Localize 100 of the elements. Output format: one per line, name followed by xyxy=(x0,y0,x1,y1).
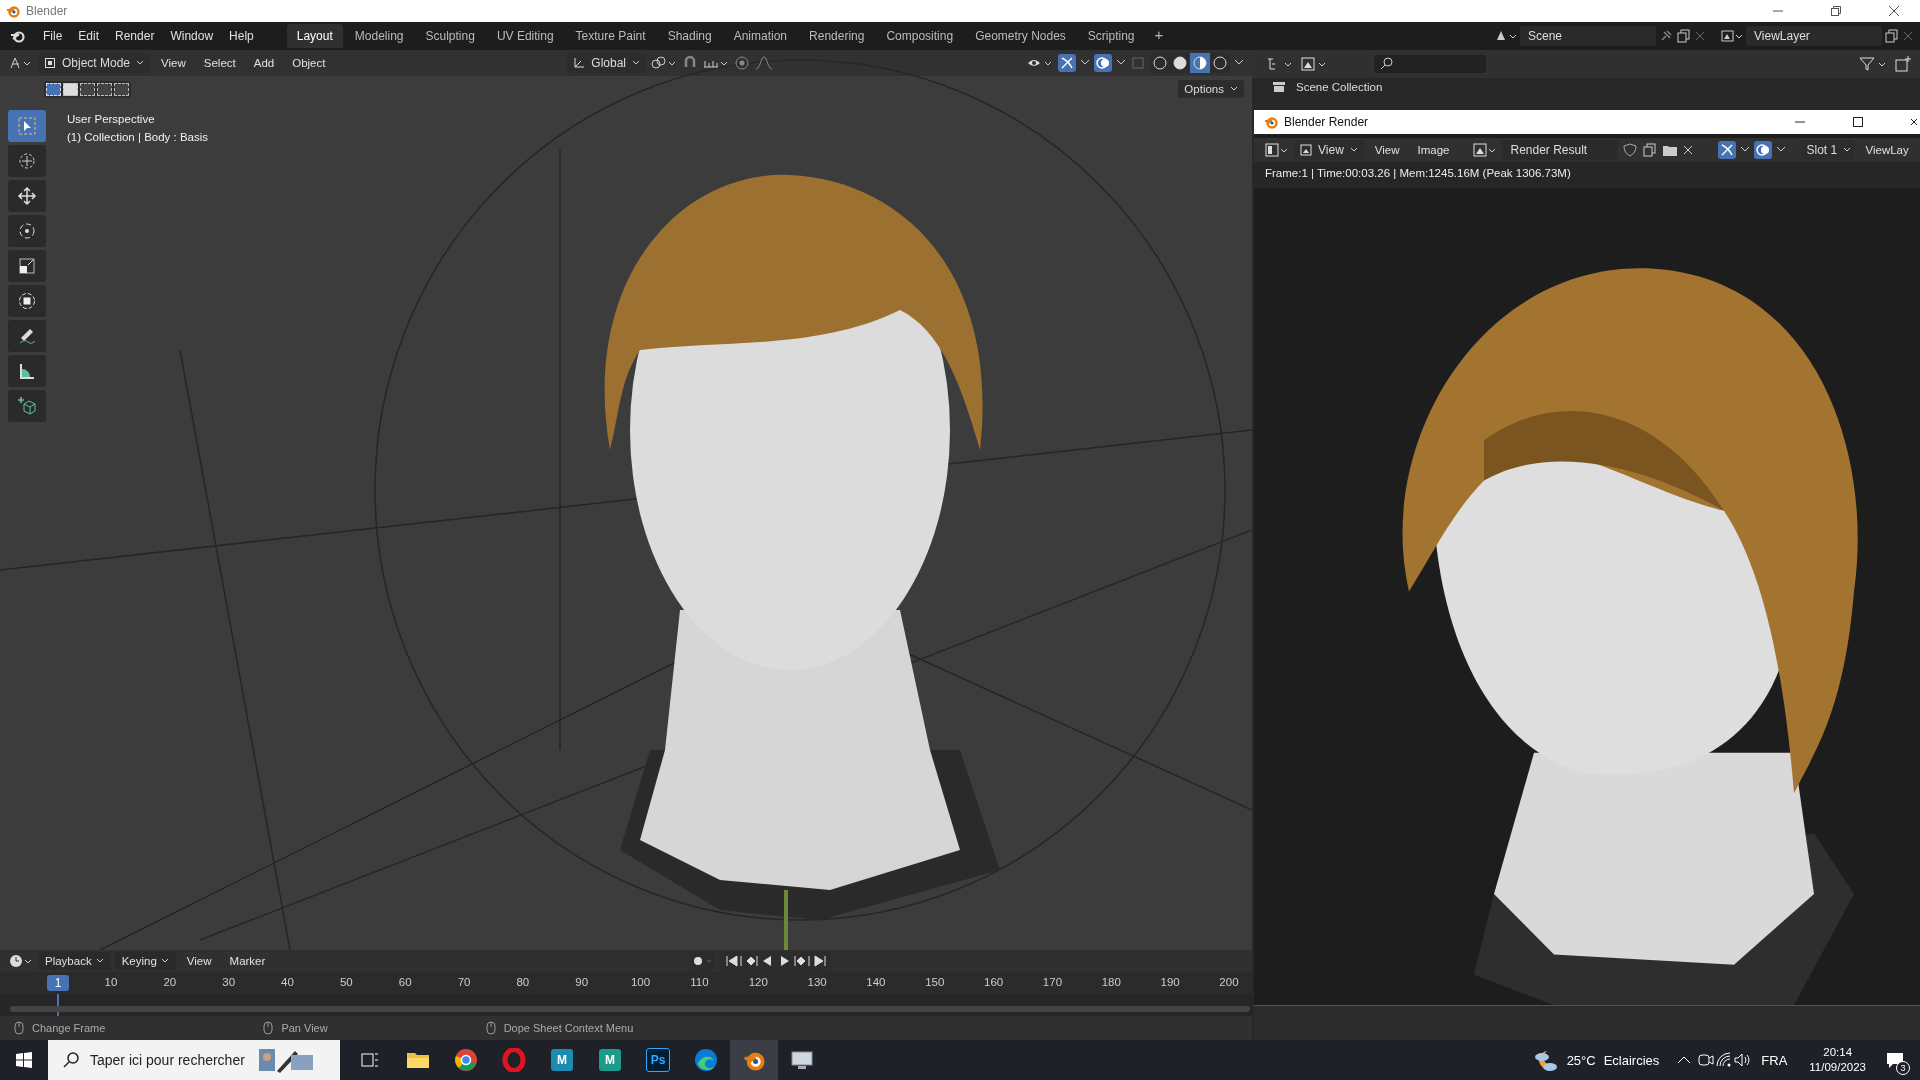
menu-item[interactable]: Image xyxy=(1410,141,1457,159)
search-field[interactable] xyxy=(1374,55,1486,73)
shading-mode-icon[interactable] xyxy=(1190,53,1210,73)
menu-item[interactable]: Object xyxy=(285,54,333,72)
tool-button[interactable] xyxy=(8,285,46,317)
workspace-tab[interactable]: Modeling xyxy=(344,24,414,48)
clock-icon[interactable] xyxy=(8,953,34,969)
slot-dropdown[interactable]: Slot 1 xyxy=(1800,140,1855,160)
chevron-icon[interactable] xyxy=(1080,59,1090,67)
frame-number: 10 xyxy=(103,976,119,988)
blender-logo-icon xyxy=(6,4,20,18)
notifications-button[interactable]: 3 xyxy=(1880,1045,1910,1075)
language-indicator[interactable]: FRA xyxy=(1761,1052,1788,1068)
mode-dropdown[interactable]: Object Mode xyxy=(38,53,151,73)
close-icon[interactable] xyxy=(1910,116,1918,128)
orientation-dropdown[interactable]: Global xyxy=(567,53,646,73)
workspace-tab[interactable]: Shading xyxy=(657,24,722,48)
overlays-icon[interactable] xyxy=(1094,54,1112,72)
tool-button[interactable] xyxy=(8,215,46,247)
weather-icon[interactable] xyxy=(1532,1048,1559,1072)
shading-mode-icon[interactable] xyxy=(1210,53,1230,73)
frame-number: 90 xyxy=(574,976,590,988)
close-icon[interactable] xyxy=(1682,144,1695,156)
tool-button[interactable] xyxy=(8,320,46,352)
proportional-edit-icon[interactable] xyxy=(734,55,750,71)
status-hint: Dope Sheet Context Menu xyxy=(503,1022,634,1034)
taskbar-app-button[interactable] xyxy=(730,1040,778,1080)
chevron-icon[interactable] xyxy=(1776,146,1787,154)
duplicate-icon[interactable] xyxy=(1642,142,1659,158)
frame-number: 70 xyxy=(456,976,472,988)
menu-item[interactable]: View xyxy=(154,54,193,72)
chevron-icon[interactable] xyxy=(1740,146,1751,154)
new-collection-icon[interactable] xyxy=(1894,55,1912,73)
chevron-icon xyxy=(95,958,104,964)
menu-item[interactable]: Select xyxy=(196,54,243,72)
frame-number: 80 xyxy=(515,976,531,988)
search-field[interactable]: Taper ici pour rechercher xyxy=(48,1040,340,1080)
options-dropdown[interactable]: Options xyxy=(1178,80,1244,98)
menu-dropdown[interactable]: Playback xyxy=(38,952,111,970)
viewport-info-text: User Perspective xyxy=(67,112,156,127)
record-icon[interactable] xyxy=(689,951,716,971)
menu-item[interactable]: View xyxy=(179,952,219,970)
image-icon[interactable] xyxy=(1300,56,1328,72)
taskbar-app-button[interactable]: M xyxy=(538,1040,586,1080)
add-workspace-button[interactable]: + xyxy=(1146,24,1172,48)
workspace-tab[interactable]: Compositing xyxy=(876,24,964,48)
weather-text[interactable]: Eclaircies xyxy=(1603,1052,1660,1068)
duplicate-icon[interactable] xyxy=(1884,28,1900,44)
playback-controls-icon[interactable] xyxy=(719,951,832,971)
clock[interactable]: 20:14 11/09/2023 xyxy=(1809,1045,1866,1075)
menu-item[interactable]: View xyxy=(1367,141,1407,159)
camera-icon[interactable] xyxy=(1697,1052,1716,1068)
tool-button[interactable] xyxy=(8,355,46,387)
workspace-tab[interactable]: Animation xyxy=(723,24,798,48)
link-icon[interactable] xyxy=(650,55,678,71)
scrollbar[interactable] xyxy=(10,1006,1250,1012)
shading-mode-icon[interactable] xyxy=(1170,53,1190,73)
view-layer-icon[interactable] xyxy=(1720,28,1744,44)
workspace-tab[interactable]: Layout xyxy=(286,24,343,48)
workspace-tab[interactable]: Rendering xyxy=(799,24,875,48)
image-name-field[interactable]: Render Result xyxy=(1502,140,1619,160)
current-frame-marker[interactable]: 1 xyxy=(47,975,69,991)
tool-button[interactable] xyxy=(8,250,46,282)
menu-item[interactable]: Help xyxy=(222,26,261,46)
menu-item[interactable]: File xyxy=(36,26,70,46)
menu-item[interactable]: Marker xyxy=(222,952,273,970)
workspace-tab[interactable]: Geometry Nodes xyxy=(965,24,1076,48)
restore-icon[interactable] xyxy=(1830,5,1842,17)
temperature-text[interactable]: 25°C xyxy=(1566,1052,1596,1068)
chevron-icon[interactable] xyxy=(1234,59,1244,67)
taskbar-app-button[interactable]: Ps xyxy=(634,1040,682,1080)
shading-mode-icon[interactable] xyxy=(1150,53,1170,73)
maximize-icon[interactable] xyxy=(1852,116,1864,128)
workspace-tab[interactable]: Scripting xyxy=(1077,24,1145,48)
view-layer-field[interactable]: ViewLayer xyxy=(1746,26,1882,46)
tool-button[interactable] xyxy=(8,180,46,212)
workspace-tab[interactable]: Sculpting xyxy=(415,24,485,48)
chevron-up-icon[interactable] xyxy=(1677,1055,1692,1065)
scene-field[interactable]: Scene xyxy=(1520,26,1656,46)
editor-type-icon[interactable] xyxy=(1264,142,1290,158)
overlays-icon[interactable] xyxy=(1754,141,1773,159)
menu-dropdown[interactable]: Keying xyxy=(114,952,176,970)
view-layer-dropdown[interactable]: ViewLay xyxy=(1858,141,1909,159)
outliner-item[interactable]: Scene Collection xyxy=(1296,81,1383,93)
start-icon[interactable] xyxy=(15,1051,33,1069)
close-icon[interactable] xyxy=(1888,5,1900,17)
menu-item[interactable]: Render xyxy=(108,26,162,46)
filter-icon[interactable] xyxy=(1858,56,1888,72)
duplicate-icon[interactable] xyxy=(1676,28,1692,44)
menu-item[interactable]: Edit xyxy=(71,26,107,46)
display-mode-icon[interactable] xyxy=(1266,56,1294,72)
workspace-tab[interactable]: UV Editing xyxy=(486,24,564,48)
workspace-tab[interactable]: Texture Paint xyxy=(565,24,656,48)
chevron-icon[interactable] xyxy=(1116,59,1126,67)
view-dropdown[interactable]: View xyxy=(1294,140,1364,160)
menu-item[interactable]: Add xyxy=(246,54,282,72)
menu-item[interactable]: Window xyxy=(163,26,221,46)
shield-icon[interactable] xyxy=(1622,142,1639,158)
blender-logo-icon[interactable] xyxy=(10,29,26,43)
app-icon: M xyxy=(551,1049,573,1071)
